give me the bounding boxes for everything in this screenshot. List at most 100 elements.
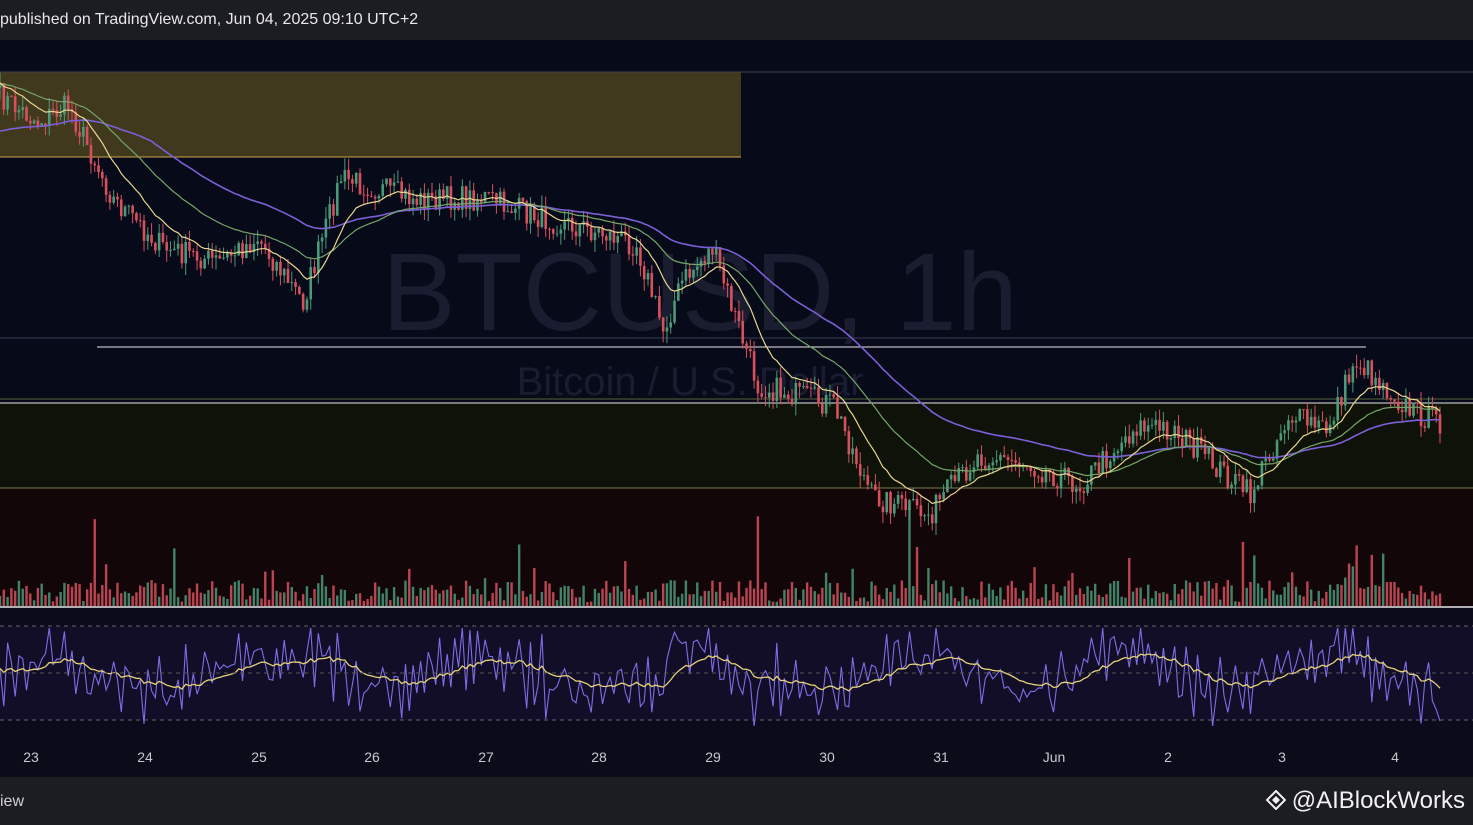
- candle-body: [1154, 419, 1158, 425]
- volume-bar: [794, 587, 797, 606]
- volume-bar: [1340, 584, 1343, 606]
- candle-body: [226, 252, 229, 258]
- candle-body: [263, 243, 267, 249]
- candle-body: [1385, 383, 1389, 399]
- volume-bar: [616, 585, 619, 606]
- candle-body: [407, 189, 411, 205]
- candle-body: [930, 514, 934, 524]
- volume-bar: [813, 591, 816, 606]
- volume-bar: [294, 591, 297, 606]
- chart-screenshot: published on TradingView.com, Jun 04, 20…: [0, 0, 1473, 825]
- volume-bar: [1200, 595, 1203, 606]
- volume-bar: [457, 599, 460, 606]
- volume-bar: [752, 588, 756, 606]
- candle-body: [104, 178, 108, 195]
- candle-body: [900, 495, 904, 499]
- candle-body: [445, 186, 449, 199]
- volume-bar: [1302, 596, 1305, 606]
- volume-bar: [1082, 593, 1085, 606]
- candle-body: [847, 431, 851, 455]
- volume-bar: [351, 600, 354, 606]
- volume-bar: [199, 592, 203, 606]
- candle-body: [1347, 374, 1351, 383]
- volume-bar: [483, 578, 487, 606]
- candle-body: [1169, 437, 1173, 440]
- volume-bar: [923, 600, 926, 606]
- candle-body: [1097, 462, 1101, 474]
- volume-bar: [1018, 598, 1021, 606]
- volume-bar: [1003, 599, 1006, 606]
- candle-body: [351, 179, 354, 184]
- candle-body: [658, 295, 661, 318]
- price-chart[interactable]: BTCUSD, 1hBitcoin / U.S. Dollar23 24 25 26 2…: [0, 40, 1473, 777]
- candle-body: [339, 181, 343, 184]
- candle-body: [578, 224, 582, 237]
- candle-body: [767, 392, 771, 398]
- candle-body: [430, 192, 434, 197]
- volume-bar: [559, 587, 563, 606]
- candle-body: [256, 241, 259, 244]
- candle-body: [1389, 398, 1393, 400]
- volume-bar: [987, 583, 991, 606]
- volume-bar: [908, 506, 911, 606]
- watermark-text: @AIBlockWorks: [1291, 787, 1465, 814]
- candle-body: [377, 195, 381, 199]
- volume-bar: [13, 590, 17, 606]
- volume-bar: [555, 600, 559, 606]
- volume-bar: [715, 591, 718, 606]
- volume-bar: [313, 588, 316, 606]
- volume-bar: [643, 598, 646, 606]
- volume-bar: [442, 590, 445, 606]
- candle-body: [1215, 468, 1218, 478]
- candle-body: [1207, 447, 1211, 454]
- volume-bar: [574, 597, 578, 606]
- candle-body: [275, 261, 278, 271]
- candle-body: [544, 205, 547, 229]
- volume-bar: [1078, 588, 1082, 606]
- volume-bar: [396, 596, 400, 606]
- volume-bar: [1321, 598, 1324, 606]
- candle-body: [328, 204, 331, 219]
- volume-bar: [673, 580, 676, 606]
- volume-bar: [211, 581, 214, 606]
- candle-body: [881, 506, 885, 513]
- volume-bar: [89, 582, 93, 606]
- candle-body: [677, 283, 680, 301]
- publish-info: published on TradingView.com, Jun 04, 20…: [0, 11, 419, 28]
- volume-bar: [21, 588, 24, 606]
- x-tick-label: 26: [364, 749, 380, 765]
- candle-body: [813, 387, 817, 389]
- publish-bar: published on TradingView.com, Jun 04, 20…: [0, 0, 1473, 41]
- volume-bar: [741, 596, 744, 606]
- volume-bar: [1173, 584, 1176, 606]
- candle-body: [389, 178, 392, 186]
- volume-bar: [165, 595, 168, 606]
- candle-body: [510, 211, 513, 213]
- candle-body: [817, 387, 820, 404]
- volume-bar: [1245, 587, 1248, 606]
- volume-bar: [1408, 591, 1411, 606]
- volume-bar: [1260, 587, 1264, 606]
- volume-bar: [82, 601, 85, 606]
- candle-body: [1078, 488, 1082, 492]
- volume-bar: [737, 581, 741, 606]
- volume-bar: [1416, 594, 1419, 606]
- candle-body: [783, 394, 786, 398]
- volume-bar: [1014, 587, 1017, 606]
- candle-body: [1370, 360, 1374, 386]
- volume-bar: [0, 595, 2, 606]
- candle-body: [639, 247, 642, 266]
- candle-body: [411, 198, 415, 205]
- volume-bar: [1378, 586, 1381, 606]
- candle-body: [180, 243, 184, 264]
- candle-body: [93, 163, 97, 166]
- volume-bar: [809, 586, 813, 606]
- volume-bar: [521, 590, 525, 606]
- candle-body: [654, 295, 657, 297]
- candle-body: [874, 484, 877, 491]
- candle-body: [1351, 366, 1355, 383]
- volume-bar: [529, 594, 532, 606]
- candle-body: [74, 112, 78, 132]
- candle-body: [176, 243, 180, 249]
- volume-bar: [1336, 584, 1339, 606]
